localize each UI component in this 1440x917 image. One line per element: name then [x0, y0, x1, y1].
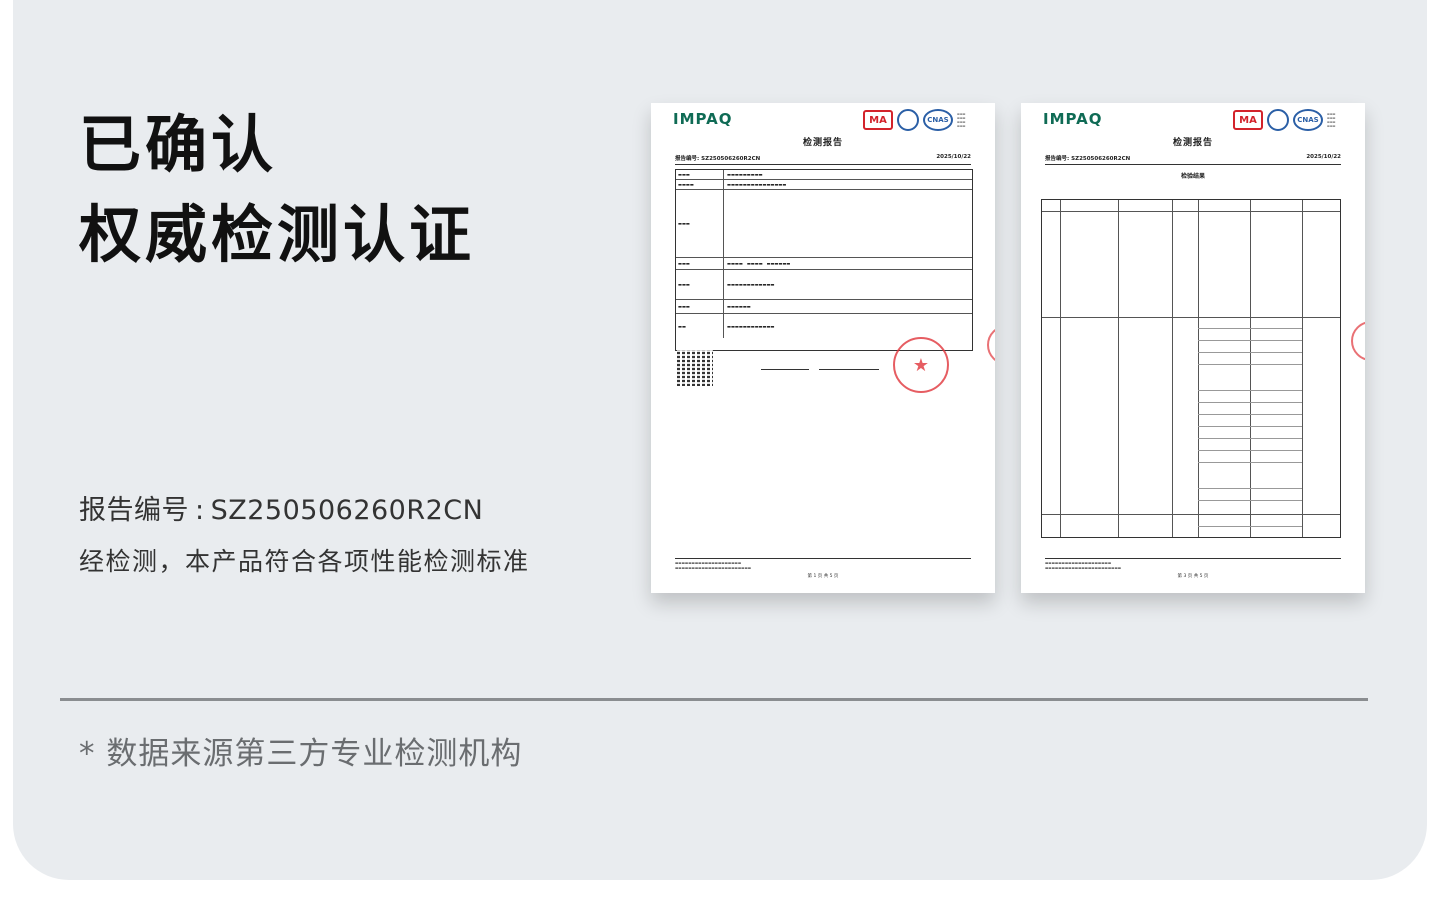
page-number: 第 3 页 共 5 页 — [1177, 574, 1209, 579]
document-report-no: 报告编号: SZ250506260R2CN — [675, 156, 761, 162]
official-stamp-icon: ★ — [893, 337, 949, 393]
cma-logo-icon: MA — [863, 110, 893, 130]
footer-divider — [1045, 558, 1341, 559]
stamp-edge-icon — [987, 325, 995, 365]
page-number: 第 1 页 共 5 页 — [807, 574, 839, 579]
report-number-separator: : — [195, 495, 205, 526]
report-number-label: 报告编号 — [79, 495, 189, 526]
cnas-logo-icon: CNAS — [923, 109, 953, 131]
qr-code-icon — [677, 350, 713, 386]
certification-logos: MA CNAS ▬▬▬ ▬▬▬ ▬▬▬ ▬▬▬ — [863, 109, 979, 131]
report-page-1: IMPAQ MA CNAS ▬▬▬ ▬▬▬ ▬▬▬ ▬▬▬ 检测报告 报告编号: SZ… — [651, 103, 995, 593]
signature-line — [761, 369, 809, 370]
report-page-3: IMPAQ MA CNAS ▬▬▬ ▬▬▬ ▬▬▬ ▬▬▬ 检测报告 报告编号: SZ… — [1021, 103, 1365, 593]
cma-logo-icon: MA — [1233, 110, 1263, 130]
cnas-logo-icon: CNAS — [1293, 109, 1323, 131]
document-meta: 报告编号: SZ250506260R2CN 2025/10/22 — [1045, 154, 1341, 165]
accreditation-fineprint: ▬▬▬ ▬▬▬ ▬▬▬ ▬▬▬ — [1327, 112, 1336, 128]
document-title: 检测报告 — [1172, 138, 1213, 148]
footer-divider — [675, 558, 971, 559]
results-table — [1041, 199, 1341, 538]
document-meta: 报告编号: SZ250506260R2CN 2025/10/22 — [675, 154, 971, 165]
document-date: 2025/10/22 — [1306, 154, 1341, 160]
document-date: 2025/10/22 — [936, 154, 971, 160]
ilac-logo-icon — [1267, 109, 1289, 131]
footer-fineprint: ▬▬▬▬▬▬▬▬▬▬▬▬▬▬▬▬▬▬▬▬ ▬▬▬▬▬▬▬▬▬▬▬▬▬▬▬▬▬▬▬▬… — [1045, 561, 1122, 570]
section-divider — [60, 698, 1368, 701]
document-title: 检测报告 — [802, 138, 843, 148]
heading-line-2: 权威检测认证 — [79, 198, 476, 271]
ilac-logo-icon — [897, 109, 919, 131]
accreditation-fineprint: ▬▬▬ ▬▬▬ ▬▬▬ ▬▬▬ — [957, 112, 966, 128]
brand-logo: IMPAQ — [673, 110, 733, 128]
signature-line — [819, 369, 879, 370]
footer-fineprint: ▬▬▬▬▬▬▬▬▬▬▬▬▬▬▬▬▬▬▬▬ ▬▬▬▬▬▬▬▬▬▬▬▬▬▬▬▬▬▬▬▬… — [675, 561, 752, 570]
brand-logo: IMPAQ — [1043, 110, 1103, 128]
certification-description: 经检测，本产品符合各项性能检测标准 — [79, 547, 530, 576]
report-number-value: SZ250506260R2CN — [210, 495, 484, 526]
heading-line-1: 已确认 — [79, 108, 278, 181]
stamp-edge-icon — [1351, 321, 1365, 361]
document-report-no: 报告编号: SZ250506260R2CN — [1045, 156, 1131, 162]
section-label: 检验结果 — [1180, 173, 1205, 180]
certification-logos: MA CNAS ▬▬▬ ▬▬▬ ▬▬▬ ▬▬▬ — [1233, 109, 1349, 131]
report-info-table: ▬▬▬ ▬▬▬▬▬▬▬▬▬ ▬▬▬▬ ▬▬▬▬▬▬▬▬▬▬▬▬▬▬▬ ▬▬▬ ▬▬▬… — [675, 169, 973, 351]
report-number: 报告编号: SZ250506260R2CN — [79, 488, 483, 527]
data-source-note: * 数据来源第三方专业检测机构 — [79, 736, 523, 772]
